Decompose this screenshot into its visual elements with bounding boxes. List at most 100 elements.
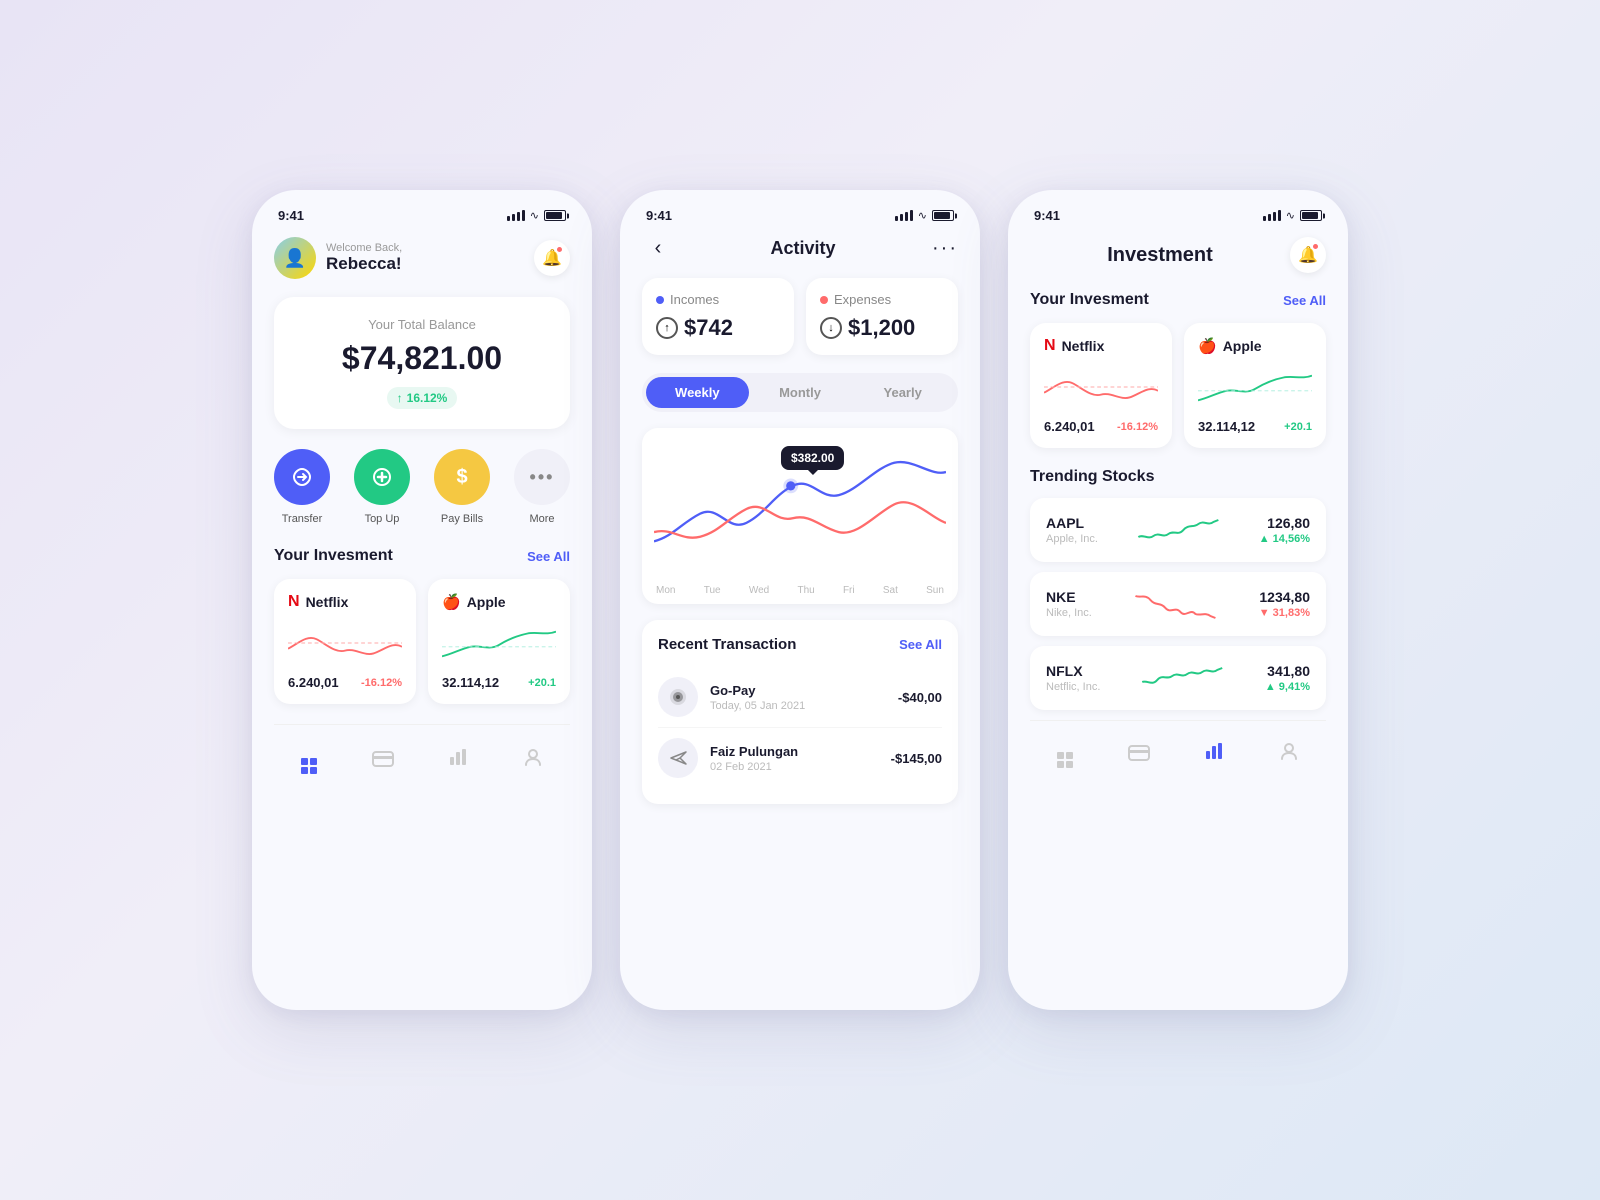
transaction-gopay[interactable]: Go-Pay Today, 05 Jan 2021 -$40,00 xyxy=(658,667,942,728)
trending-aapl[interactable]: AAPL Apple, Inc. 126,80 ▲ 14,56% xyxy=(1030,498,1326,562)
avatar-area: 👤 Welcome Back, Rebecca! xyxy=(274,237,402,279)
nflx-ticker: NFLX xyxy=(1046,663,1100,679)
chart-label-fri: Fri xyxy=(843,585,855,596)
faiz-info: Faiz Pulungan 02 Feb 2021 xyxy=(710,744,879,773)
investment-grid: N Netflix 6.240,01 -16.12% xyxy=(274,579,570,704)
nav-chart[interactable] xyxy=(440,743,476,777)
nav-user[interactable] xyxy=(515,743,551,777)
inv-apple-card[interactable]: 🍎 Apple 32.114,12 +20.1 xyxy=(1184,323,1326,448)
nke-info: NKE Nike, Inc. xyxy=(1046,589,1092,619)
expense-dot xyxy=(820,296,828,304)
inv-apple-value: 32.114,12 xyxy=(1198,419,1255,434)
trending-nflx[interactable]: NFLX Netflic, Inc. 341,80 ▲ 9,41% xyxy=(1030,646,1326,710)
tab-yearly[interactable]: Yearly xyxy=(851,377,954,408)
user-icon xyxy=(523,747,543,767)
balance-change-value: 16.12% xyxy=(407,391,448,405)
nav-card[interactable] xyxy=(364,743,402,777)
transactions-card: Recent Transaction See All Go-Pay Today,… xyxy=(642,620,958,804)
expense-card: Expenses ↓ $1,200 xyxy=(806,278,958,355)
inv-user-icon xyxy=(1279,741,1299,761)
tab-selector: Weekly Montly Yearly xyxy=(642,373,958,412)
transaction-faiz[interactable]: Faiz Pulungan 02 Feb 2021 -$145,00 xyxy=(658,728,942,788)
bottom-nav-investment xyxy=(1030,720,1326,772)
inv-apple-change: +20.1 xyxy=(1284,421,1312,433)
transfer-circle xyxy=(274,449,330,505)
apple-chart xyxy=(442,619,556,667)
nav-home[interactable] xyxy=(293,741,325,778)
inv-netflix-icon: N xyxy=(1044,337,1056,355)
aapl-change: ▲ 14,56% xyxy=(1259,533,1310,545)
inv-section-title: Your Invesment xyxy=(1030,291,1149,309)
inv-nav-chart[interactable] xyxy=(1196,737,1232,771)
inv-see-all[interactable]: See All xyxy=(1283,293,1326,308)
transactions-see-all[interactable]: See All xyxy=(899,637,942,652)
netflix-icon: N xyxy=(288,593,300,611)
send-icon xyxy=(668,748,688,768)
inv-section-header: Your Invesment See All xyxy=(1030,291,1326,309)
more-action[interactable]: ••• More xyxy=(514,449,570,525)
tab-weekly[interactable]: Weekly xyxy=(646,377,749,408)
nke-change: ▼ 31,83% xyxy=(1259,607,1310,619)
status-icons-2: ∿ xyxy=(895,209,954,222)
trending-nke[interactable]: NKE Nike, Inc. 1234,80 ▼ 31,83% xyxy=(1030,572,1326,636)
gopay-amount: -$40,00 xyxy=(898,690,942,705)
back-button[interactable]: ‹ xyxy=(642,237,674,260)
inv-netflix-card[interactable]: N Netflix 6.240,01 -16.12% xyxy=(1030,323,1172,448)
signal-bars-2 xyxy=(895,210,913,221)
nflx-change: ▲ 9,41% xyxy=(1265,681,1310,693)
expense-legend: Expenses xyxy=(820,292,944,307)
inv-netflix-chart xyxy=(1044,363,1158,411)
netflix-name-row: N Netflix xyxy=(288,593,402,611)
inv-apple-name-row: 🍎 Apple xyxy=(1198,337,1312,355)
inv-apple-icon: 🍎 xyxy=(1198,337,1217,355)
nke-values: 1234,80 ▼ 31,83% xyxy=(1259,589,1310,619)
transfer-action[interactable]: Transfer xyxy=(274,449,330,525)
inv-apple-value-row: 32.114,12 +20.1 xyxy=(1198,419,1312,434)
nflx-company: Netflic, Inc. xyxy=(1046,681,1100,693)
transactions-title: Recent Transaction xyxy=(658,636,796,653)
up-arrow-icon: ↑ xyxy=(397,391,403,405)
bar2 xyxy=(512,214,515,221)
bell-button[interactable]: 🔔 xyxy=(534,240,570,276)
inv-chart-icon xyxy=(1204,741,1224,761)
inv-nav-user[interactable] xyxy=(1271,737,1307,771)
nke-company: Nike, Inc. xyxy=(1046,607,1092,619)
inv-netflix-name: Netflix xyxy=(1062,338,1105,354)
wifi-icon-1: ∿ xyxy=(530,209,539,222)
chart-label-sat: Sat xyxy=(883,585,898,596)
battery-icon-3 xyxy=(1300,210,1322,221)
status-icons-3: ∿ xyxy=(1263,209,1322,222)
transfer-icon xyxy=(290,465,314,489)
inv-nav-home[interactable] xyxy=(1049,735,1081,772)
bar3 xyxy=(517,212,520,221)
activity-title: Activity xyxy=(770,238,835,259)
investment-see-all[interactable]: See All xyxy=(527,549,570,564)
more-circle: ••• xyxy=(514,449,570,505)
paybills-action[interactable]: $ Pay Bills xyxy=(434,449,490,525)
inv-nav-card[interactable] xyxy=(1120,737,1158,771)
aapl-price: 126,80 xyxy=(1259,515,1310,531)
income-value-row: ↑ $742 xyxy=(656,315,780,341)
inv-netflix-name-row: N Netflix xyxy=(1044,337,1158,355)
netflix-card[interactable]: N Netflix 6.240,01 -16.12% xyxy=(274,579,416,704)
activity-header: ‹ Activity ··· xyxy=(642,237,958,260)
income-arrow-icon: ↑ xyxy=(656,317,678,339)
aapl-company: Apple, Inc. xyxy=(1046,533,1098,545)
transactions-header: Recent Transaction See All xyxy=(658,636,942,653)
aapl-chart xyxy=(1110,512,1247,548)
apple-name-row: 🍎 Apple xyxy=(442,593,556,611)
investment-bell[interactable]: 🔔 xyxy=(1290,237,1326,273)
apple-value: 32.114,12 xyxy=(442,675,499,690)
expense-value-row: ↓ $1,200 xyxy=(820,315,944,341)
gopay-icon xyxy=(658,677,698,717)
topup-action[interactable]: Top Up xyxy=(354,449,410,525)
inv-card-icon xyxy=(1128,745,1150,761)
tab-monthly[interactable]: Montly xyxy=(749,377,852,408)
paybills-label: Pay Bills xyxy=(441,513,483,525)
balance-card: Your Total Balance $74,821.00 ↑ 16.12% xyxy=(274,297,570,429)
wifi-icon-3: ∿ xyxy=(1286,209,1295,222)
gopay-name: Go-Pay xyxy=(710,683,886,698)
signal-bars-1 xyxy=(507,210,525,221)
apple-card[interactable]: 🍎 Apple 32.114,12 +20.1 xyxy=(428,579,570,704)
more-button[interactable]: ··· xyxy=(932,237,958,260)
